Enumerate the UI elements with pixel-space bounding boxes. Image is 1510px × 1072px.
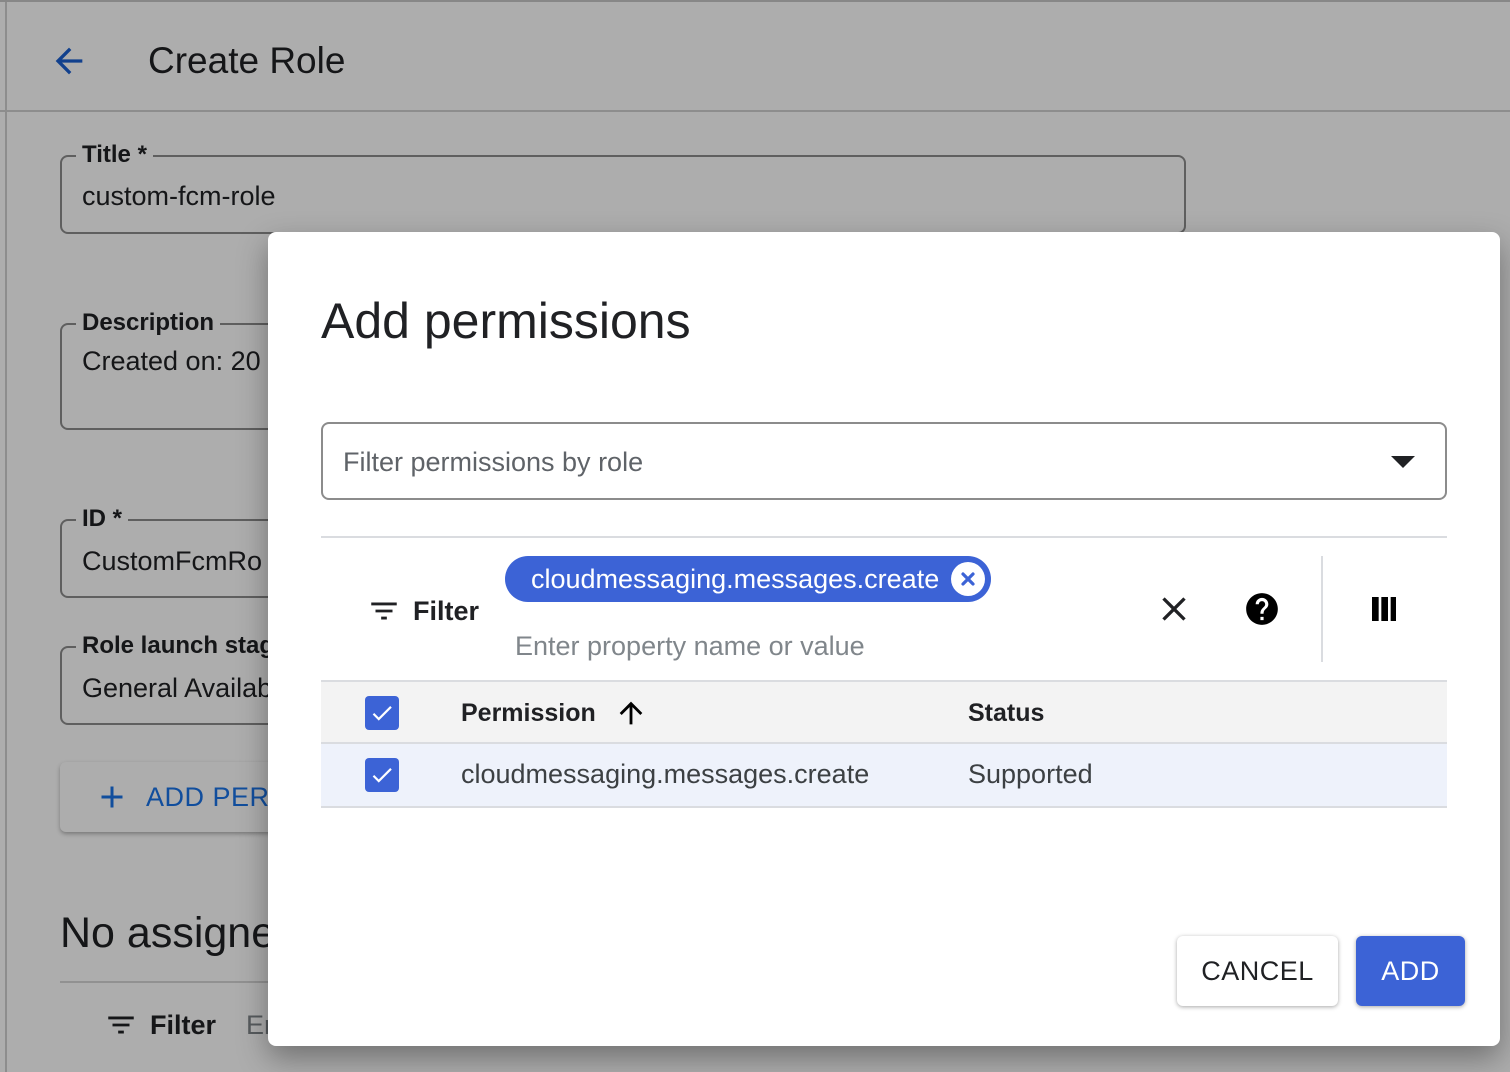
permissions-table: Permission Status cloudmessaging.message…: [321, 680, 1447, 808]
toolbar-divider: [1321, 556, 1323, 662]
filter-by-role-select[interactable]: Filter permissions by role: [321, 422, 1447, 500]
permissions-filter-bar: Filter cloudmessaging.messages.create En…: [321, 536, 1447, 680]
help-icon: [1246, 593, 1278, 625]
column-display-button[interactable]: [1361, 586, 1407, 632]
table-row[interactable]: cloudmessaging.messages.create Supported: [321, 744, 1447, 808]
filter-by-role-placeholder: Filter permissions by role: [343, 447, 644, 477]
select-all-checkbox[interactable]: [365, 696, 399, 730]
permission-cell: cloudmessaging.messages.create: [461, 759, 870, 789]
add-permissions-dialog: Add permissions Filter permissions by ro…: [268, 232, 1500, 1046]
status-column-header[interactable]: Status: [968, 699, 1044, 728]
dialog-title: Add permissions: [321, 293, 691, 349]
check-icon: [372, 706, 392, 721]
filter-chip-label: cloudmessaging.messages.create: [531, 563, 940, 594]
help-button[interactable]: [1239, 586, 1285, 632]
view-column-icon: [1372, 597, 1396, 621]
arrow-drop-down-icon: [1391, 456, 1415, 468]
cancel-circle-icon[interactable]: [951, 562, 986, 596]
cancel-button[interactable]: CANCEL: [1177, 936, 1338, 1006]
filter-toggle[interactable]: Filter: [367, 594, 479, 628]
table-header-row: Permission Status: [321, 680, 1447, 744]
close-icon: [1162, 597, 1186, 621]
add-button[interactable]: ADD: [1356, 936, 1465, 1006]
clear-filter-button[interactable]: [1151, 586, 1197, 632]
arrow-upward-icon: [619, 701, 643, 725]
permission-column-header[interactable]: Permission: [461, 696, 648, 730]
filter-label: Filter: [413, 595, 480, 626]
status-cell: Supported: [968, 759, 1093, 789]
check-icon: [372, 768, 392, 783]
filter-property-input[interactable]: Enter property name or value: [515, 630, 865, 662]
filter-chip[interactable]: cloudmessaging.messages.create: [505, 556, 992, 602]
filter-list-icon: [371, 602, 397, 620]
row-checkbox[interactable]: [365, 758, 399, 792]
permission-column-label: Permission: [461, 698, 596, 727]
